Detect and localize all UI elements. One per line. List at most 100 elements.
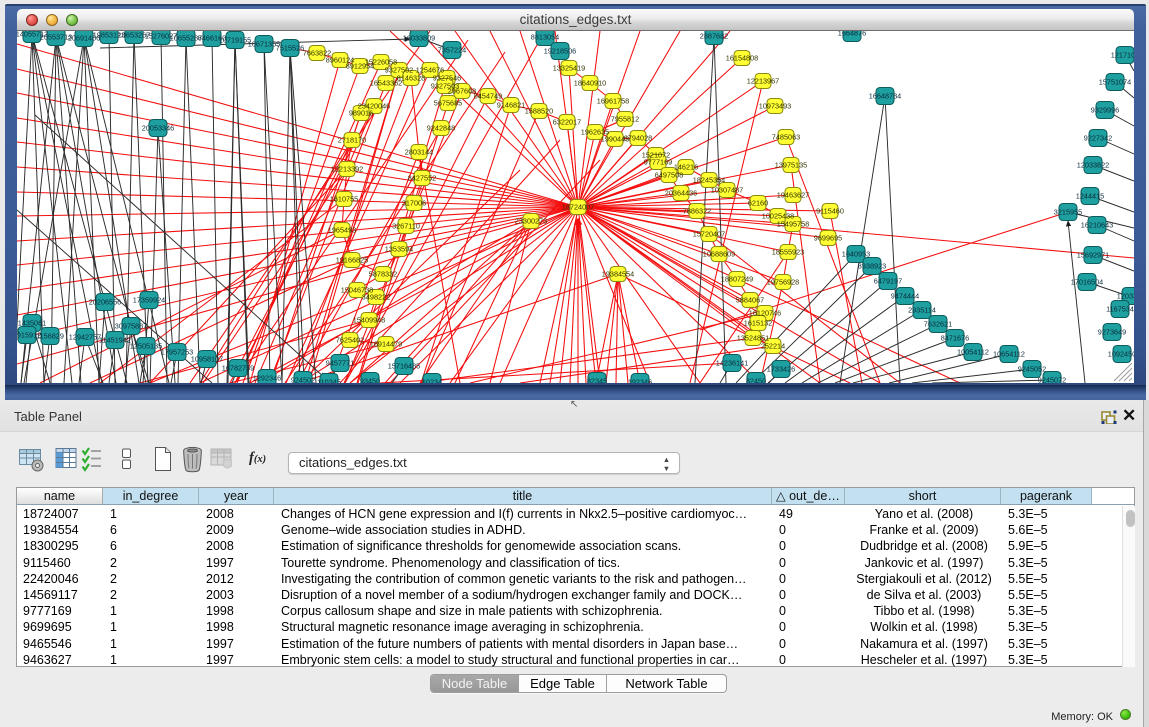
svg-text:9245072: 9245072 bbox=[1038, 375, 1066, 383]
svg-text:9273649: 9273649 bbox=[1098, 327, 1126, 336]
svg-text:9457771: 9457771 bbox=[326, 358, 354, 367]
svg-text:15692971: 15692971 bbox=[1077, 250, 1109, 259]
svg-text:146216: 146216 bbox=[674, 162, 698, 171]
svg-text:8938923: 8938923 bbox=[858, 261, 886, 270]
svg-text:1435061: 1435061 bbox=[18, 318, 46, 327]
svg-text:10958107: 10958107 bbox=[191, 354, 223, 363]
svg-text:2718170: 2718170 bbox=[338, 135, 366, 144]
svg-text:7886322: 7886322 bbox=[683, 206, 711, 215]
svg-text:192346: 192346 bbox=[628, 377, 652, 383]
svg-text:13325419: 13325419 bbox=[553, 63, 585, 72]
svg-text:1167534: 1167534 bbox=[1106, 304, 1134, 313]
svg-text:6497508: 6497508 bbox=[655, 170, 683, 179]
svg-text:3215955: 3215955 bbox=[1054, 207, 1082, 216]
svg-text:1092450: 1092450 bbox=[1108, 349, 1134, 358]
svg-text:5675685: 5675685 bbox=[434, 98, 462, 107]
svg-text:7357224: 7357224 bbox=[438, 45, 466, 54]
svg-text:82450: 82450 bbox=[746, 376, 766, 383]
svg-text:989016: 989016 bbox=[349, 108, 373, 117]
svg-text:6322017: 6322017 bbox=[553, 117, 581, 126]
svg-text:14236141: 14236141 bbox=[716, 358, 748, 367]
svg-text:16120746: 16120746 bbox=[749, 308, 781, 317]
svg-text:30975887: 30975887 bbox=[115, 321, 147, 330]
svg-text:3267110: 3267110 bbox=[392, 221, 420, 230]
svg-text:1640953: 1640953 bbox=[842, 249, 870, 258]
svg-text:82345: 82345 bbox=[587, 376, 607, 383]
svg-text:10719155: 10719155 bbox=[219, 35, 251, 44]
svg-text:12942757: 12942757 bbox=[69, 332, 101, 341]
svg-text:16914479: 16914479 bbox=[370, 339, 402, 348]
svg-text:9227342: 9227342 bbox=[1084, 133, 1112, 142]
svg-text:8427552: 8427552 bbox=[408, 173, 436, 182]
svg-text:16033809: 16033809 bbox=[403, 33, 435, 42]
svg-text:6479197: 6479197 bbox=[874, 276, 902, 285]
svg-text:9245052: 9245052 bbox=[1018, 364, 1046, 373]
svg-text:2967608: 2967608 bbox=[448, 86, 476, 95]
svg-text:10234: 10234 bbox=[422, 377, 442, 383]
svg-text:10054112: 10054112 bbox=[957, 347, 989, 356]
svg-text:9242848: 9242848 bbox=[427, 123, 455, 132]
svg-text:9329996: 9329996 bbox=[1091, 105, 1119, 114]
svg-text:18807249: 18807249 bbox=[721, 274, 753, 283]
svg-text:15751074: 15751074 bbox=[1099, 77, 1131, 86]
svg-text:1292346: 1292346 bbox=[253, 373, 281, 382]
svg-text:15495758: 15495758 bbox=[777, 219, 809, 228]
svg-text:10307487: 10307487 bbox=[711, 185, 743, 194]
svg-text:1588520: 1588520 bbox=[525, 106, 553, 115]
svg-text:9474444: 9474444 bbox=[891, 291, 919, 300]
svg-text:924502: 924502 bbox=[291, 375, 315, 383]
svg-text:15409948: 15409948 bbox=[353, 315, 385, 324]
svg-text:12213392: 12213392 bbox=[331, 164, 363, 173]
svg-text:9777169: 9777169 bbox=[644, 157, 672, 166]
svg-text:1156829: 1156829 bbox=[36, 331, 64, 340]
svg-text:12033822: 12033822 bbox=[1077, 160, 1109, 169]
svg-text:3498222: 3498222 bbox=[362, 292, 390, 301]
svg-text:5878332: 5878332 bbox=[369, 269, 397, 278]
svg-text:16961758: 16961758 bbox=[597, 96, 629, 105]
svg-text:110345: 110345 bbox=[317, 377, 341, 383]
svg-text:1615132: 1615132 bbox=[744, 318, 772, 327]
svg-text:7632621: 7632621 bbox=[924, 319, 952, 328]
svg-text:19384554: 19384554 bbox=[602, 269, 634, 278]
svg-text:8454749: 8454749 bbox=[474, 91, 502, 100]
svg-text:13975135: 13975135 bbox=[775, 160, 807, 169]
svg-text:1217107: 1217107 bbox=[1111, 50, 1134, 59]
svg-text:6794028: 6794028 bbox=[624, 133, 652, 142]
svg-text:16648784: 16648784 bbox=[869, 91, 901, 100]
svg-text:93450: 93450 bbox=[360, 376, 380, 383]
svg-text:16210643: 16210643 bbox=[1081, 220, 1113, 229]
svg-text:7515526: 7515526 bbox=[276, 43, 304, 52]
svg-text:9699695: 9699695 bbox=[814, 233, 842, 242]
svg-text:12213967: 12213967 bbox=[747, 76, 779, 85]
svg-text:19756928: 19756928 bbox=[767, 277, 799, 286]
svg-text:1244415: 1244415 bbox=[1076, 191, 1104, 200]
svg-text:18640910: 18640910 bbox=[574, 78, 606, 87]
svg-text:5884067: 5884067 bbox=[736, 295, 764, 304]
svg-text:19463627: 19463627 bbox=[777, 190, 809, 199]
svg-text:1965493: 1965493 bbox=[328, 225, 356, 234]
svg-text:12505135: 12505135 bbox=[130, 341, 162, 350]
svg-text:23300273: 23300273 bbox=[515, 216, 547, 225]
svg-text:15720407: 15720407 bbox=[693, 229, 725, 238]
svg-text:1353594: 1353594 bbox=[385, 244, 413, 253]
svg-text:10973493: 10973493 bbox=[759, 101, 791, 110]
svg-text:18555923: 18555923 bbox=[772, 247, 804, 256]
svg-text:1664876: 1664876 bbox=[838, 31, 866, 37]
svg-text:2803144: 2803144 bbox=[405, 147, 433, 156]
svg-text:1203349: 1203349 bbox=[1117, 291, 1134, 300]
svg-text:17957253: 17957253 bbox=[161, 347, 193, 356]
svg-text:10654112: 10654112 bbox=[993, 349, 1025, 358]
svg-text:17359924: 17359924 bbox=[133, 295, 165, 304]
svg-text:2935114: 2935114 bbox=[908, 305, 936, 314]
svg-text:15716485: 15716485 bbox=[388, 361, 420, 370]
svg-text:16154808: 16154808 bbox=[726, 53, 758, 62]
svg-text:9146821: 9146821 bbox=[497, 100, 525, 109]
svg-text:19218506: 19218506 bbox=[544, 46, 576, 55]
svg-text:17016504: 17016504 bbox=[1071, 277, 1103, 286]
svg-text:10688609: 10688609 bbox=[703, 249, 735, 258]
svg-text:18724007: 18724007 bbox=[562, 202, 594, 211]
svg-text:62160: 62160 bbox=[748, 198, 768, 207]
svg-text:1733426: 1733426 bbox=[767, 364, 795, 373]
svg-text:20364436: 20364436 bbox=[665, 188, 697, 197]
svg-text:11451942: 11451942 bbox=[99, 335, 131, 344]
